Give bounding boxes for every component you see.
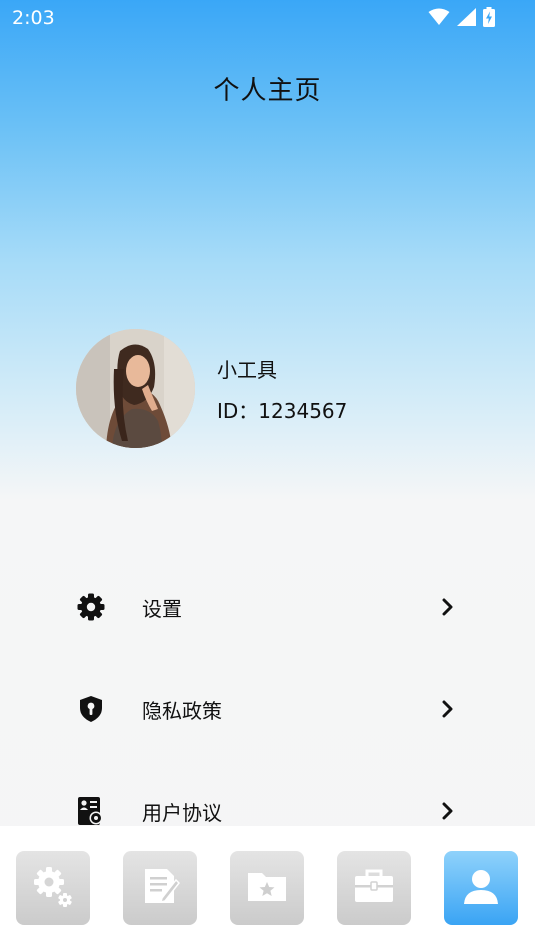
settings-gears-icon [31, 864, 75, 912]
person-icon [461, 866, 501, 910]
profile-card[interactable]: 小工具 ID：1234567 [76, 329, 347, 448]
chevron-right-icon [438, 597, 458, 617]
nav-files-button[interactable] [230, 851, 304, 925]
briefcase-icon [353, 868, 395, 908]
status-bar: 2:03 [0, 0, 535, 36]
page-title: 个人主页 [213, 76, 322, 106]
avatar[interactable] [76, 329, 195, 448]
chevron-right-icon [438, 801, 458, 821]
nav-toolbox-button[interactable] [337, 851, 411, 925]
status-time: 2:03 [12, 7, 55, 29]
profile-screen: 2:03 个人主页 小工具 ID：1234567 设置 隐私政策 用户协议 [0, 0, 535, 951]
folder-star-icon [246, 868, 288, 908]
profile-name: 小工具 [217, 357, 277, 382]
menu-label-privacy: 隐私政策 [142, 698, 222, 723]
gear-icon [76, 592, 106, 622]
menu-label-user-agreement: 用户协议 [142, 800, 222, 825]
bottom-nav [0, 826, 535, 951]
nav-profile-button[interactable] [444, 851, 518, 925]
battery-charging-icon [483, 7, 495, 31]
menu-item-privacy[interactable]: 隐私政策 [76, 686, 462, 732]
status-icons [428, 7, 495, 31]
cell-signal-icon [457, 8, 476, 30]
profile-id: ID：1234567 [217, 398, 348, 423]
menu-label-settings: 设置 [142, 596, 182, 621]
nav-notes-button[interactable] [123, 851, 197, 925]
notes-icon [140, 866, 180, 910]
wifi-icon [428, 8, 450, 30]
nav-tools-button[interactable] [16, 851, 90, 925]
menu-item-settings[interactable]: 设置 [76, 584, 462, 630]
chevron-right-icon [438, 699, 458, 719]
user-agreement-icon [76, 796, 106, 826]
shield-lock-icon [76, 694, 106, 724]
profile-info: 小工具 ID：1234567 [217, 354, 347, 424]
